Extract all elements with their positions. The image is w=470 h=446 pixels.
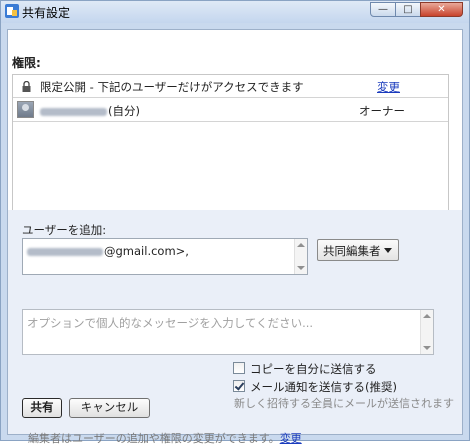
notify-checkbox[interactable] [233,380,245,392]
footer-change-link[interactable]: 変更 [280,432,302,445]
title-bar[interactable]: 共有設定 — □ ✕ [1,1,469,23]
scroll-down-icon[interactable] [297,266,305,270]
send-copy-label[interactable]: コピーを自分に送信する [250,361,377,377]
add-people-label: ユーザーを追加: [22,223,107,237]
minimize-button[interactable]: — [370,2,396,17]
message-textarea[interactable]: オプションで個人的なメッセージを入力してください... [22,309,434,355]
notify-description: 新しく招待する全員にメールが送信されます [234,397,454,410]
close-button[interactable]: ✕ [420,2,463,17]
chevron-down-icon [384,248,392,253]
recipients-value-suffix: @gmail.com>, [104,244,189,258]
role-dropdown[interactable]: 共同編集者 [317,239,399,261]
footer-note: 編集者はユーザーの追加や権限の変更ができます。変更 [28,430,302,446]
recipients-value: @gmail.com>, [27,244,189,258]
scroll-down-icon[interactable] [423,346,431,350]
permissions-heading: 権限: [12,56,41,70]
redacted-name [40,107,107,116]
visibility-row: 限定公開 - 下記のユーザーだけがアクセスできます 変更 [13,75,448,98]
footer-note-text: 編集者はユーザーの追加や権限の変更ができます。 [28,432,280,445]
role-dropdown-value: 共同編集者 [323,244,381,258]
dialog-body: 権限: 限定公開 - 下記のユーザーだけがアクセスできます 変更 (自分) オー… [7,29,463,445]
user-name: (自分) [40,103,140,119]
maximize-button[interactable]: □ [395,2,421,17]
cancel-button[interactable]: キャンセル [69,398,150,418]
change-visibility-link[interactable]: 変更 [377,79,400,95]
send-copy-checkbox[interactable] [233,362,245,374]
notify-label[interactable]: メール通知を送信する(推奨) [250,379,397,395]
window-title: 共有設定 [22,6,71,20]
window-controls: — □ ✕ [370,2,463,18]
add-people-panel: ユーザーを追加: @gmail.com>, 共同編集者 オプションで個人的なメッ… [8,210,462,445]
avatar [17,101,34,118]
user-name-suffix: (自分) [108,104,140,118]
message-scrollbar[interactable] [420,310,433,354]
sharing-settings-window: 共有設定 — □ ✕ 権限: 限定公開 - 下記のユーザーだけがアクセスできます… [0,0,470,445]
redacted-email [27,247,103,256]
scroll-up-icon[interactable] [423,314,431,318]
share-button[interactable]: 共有 [22,398,62,418]
user-role: オーナー [359,104,405,118]
permissions-list: 限定公開 - 下記のユーザーだけがアクセスできます 変更 (自分) オーナー [12,74,449,212]
scroll-up-icon[interactable] [297,243,305,247]
app-icon [5,4,19,18]
message-placeholder: オプションで個人的なメッセージを入力してください... [27,316,314,330]
visibility-text: 限定公開 - 下記のユーザーだけがアクセスできます [40,80,304,94]
lock-icon [22,81,31,92]
user-row: (自分) オーナー [13,99,448,122]
checkmark-icon [234,380,245,391]
recipients-input[interactable]: @gmail.com>, [22,238,308,275]
recipients-scrollbar[interactable] [294,239,307,274]
